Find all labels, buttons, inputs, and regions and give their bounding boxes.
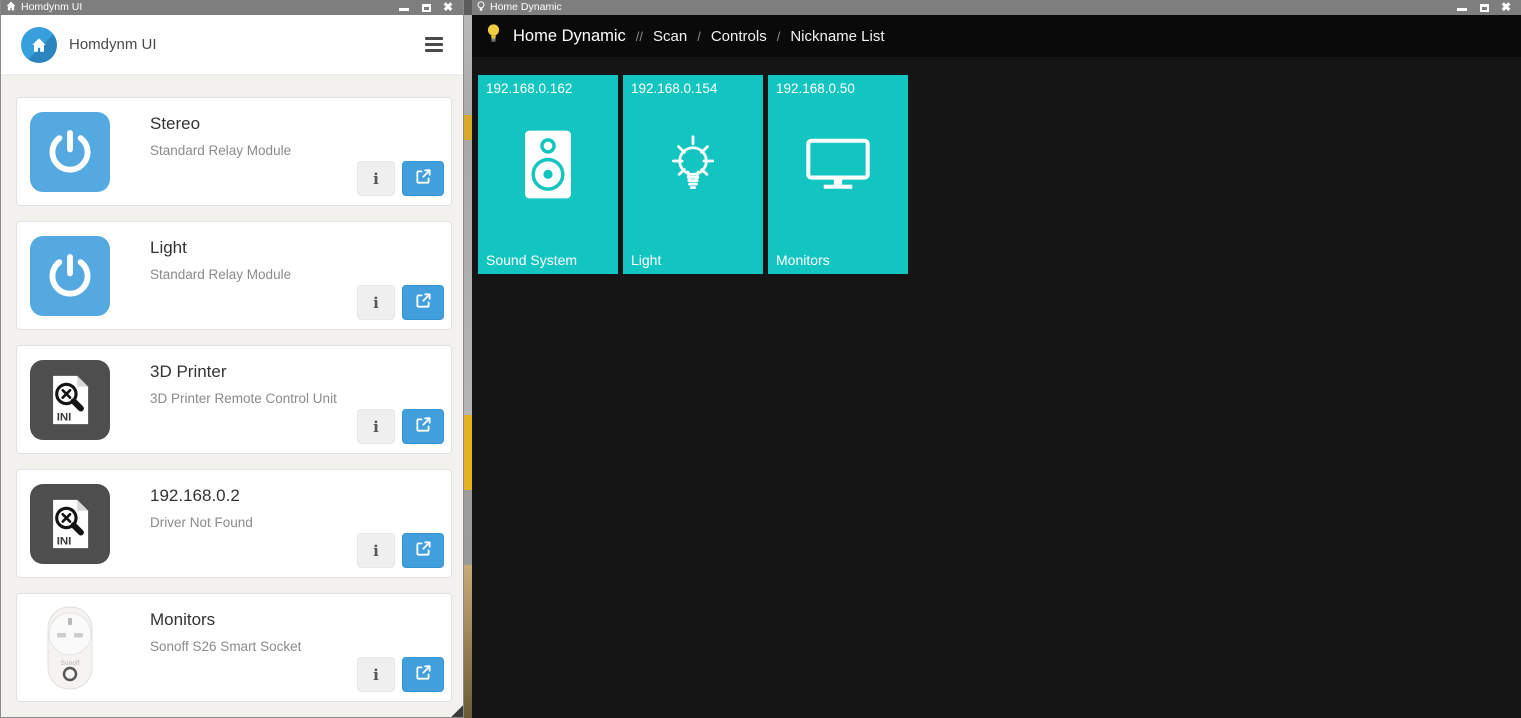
open-button[interactable] xyxy=(402,657,444,692)
open-button[interactable] xyxy=(402,409,444,444)
menu-icon[interactable] xyxy=(423,33,445,56)
app-logo-home-icon xyxy=(21,27,57,63)
right-window-title: Home Dynamic xyxy=(490,0,562,15)
ini-icon: INI xyxy=(30,360,110,440)
svg-text:Sonoff: Sonoff xyxy=(61,660,80,667)
breadcrumb-item-nickname-list[interactable]: Nickname List xyxy=(790,28,884,45)
desktop-strip xyxy=(464,0,472,718)
breadcrumb-separator: // xyxy=(636,29,643,44)
device-name: Monitors xyxy=(150,610,215,630)
tile-grid: 192.168.0.162 Sound System 192.168.0.154… xyxy=(472,57,1521,274)
maximize-icon[interactable] xyxy=(420,2,432,13)
close-icon[interactable]: ✖ xyxy=(442,2,454,13)
info-button[interactable]: i xyxy=(357,285,395,320)
left-titlebar: Homdynm UI ✖ xyxy=(1,0,463,15)
device-card: Sonoff Monitors Sonoff S26 Smart Socket … xyxy=(16,593,452,702)
tile-label: Light xyxy=(631,252,661,268)
socket-icon: Sonoff xyxy=(30,608,110,688)
open-button[interactable] xyxy=(402,161,444,196)
maximize-icon[interactable] xyxy=(1478,2,1490,13)
ini-icon: INI xyxy=(30,484,110,564)
external-link-icon xyxy=(415,664,432,686)
device-card: INI 3D Printer 3D Printer Remote Control… xyxy=(16,345,452,454)
info-button[interactable]: i xyxy=(357,533,395,568)
resize-grip[interactable] xyxy=(450,704,463,717)
monitor-icon xyxy=(800,135,876,198)
bulb-icon xyxy=(477,1,485,15)
external-link-icon xyxy=(415,416,432,438)
breadcrumb-separator: / xyxy=(777,29,781,44)
window-home-dynamic: Home Dynamic ✖ Home Dynamic // Scan / Co… xyxy=(472,0,1521,718)
breadcrumb-item-controls[interactable]: Controls xyxy=(711,28,767,45)
external-link-icon xyxy=(415,168,432,190)
desktop: Homdynm UI ✖ Homdynm UI Stereo Standard … xyxy=(0,0,1521,718)
external-link-icon xyxy=(415,292,432,314)
device-list: Stereo Standard Relay Module i xyxy=(1,75,463,702)
device-name: Stereo xyxy=(150,114,200,134)
breadcrumb-separator: / xyxy=(697,29,701,44)
device-description: Driver Not Found xyxy=(150,515,253,530)
tile-ip: 192.168.0.154 xyxy=(631,81,717,96)
bulb-icon xyxy=(486,23,501,49)
svg-text:INI: INI xyxy=(57,536,72,548)
device-name: 3D Printer xyxy=(150,362,227,382)
app-header: Homdynm UI xyxy=(1,15,463,75)
device-card: Stereo Standard Relay Module i xyxy=(16,97,452,206)
info-button[interactable]: i xyxy=(357,409,395,444)
breadcrumb-item-scan[interactable]: Scan xyxy=(653,28,687,45)
open-button[interactable] xyxy=(402,533,444,568)
device-tile[interactable]: 192.168.0.154 Light xyxy=(623,75,763,274)
device-description: 3D Printer Remote Control Unit xyxy=(150,391,337,406)
breadcrumb-root[interactable]: Home Dynamic xyxy=(513,27,626,46)
device-description: Standard Relay Module xyxy=(150,143,291,158)
bulb-icon xyxy=(656,127,730,206)
tile-label: Monitors xyxy=(776,252,830,268)
power-icon xyxy=(30,236,110,316)
svg-text:INI: INI xyxy=(57,412,72,424)
breadcrumb: Home Dynamic // Scan / Controls / Nickna… xyxy=(472,15,1521,57)
home-icon xyxy=(6,1,16,14)
minimize-icon[interactable] xyxy=(1456,2,1468,13)
app-brand: Homdynm UI xyxy=(69,36,157,53)
device-card: INI 192.168.0.2 Driver Not Found i xyxy=(16,469,452,578)
info-button[interactable]: i xyxy=(357,657,395,692)
tile-ip: 192.168.0.162 xyxy=(486,81,572,96)
device-card: Light Standard Relay Module i xyxy=(16,221,452,330)
speaker-icon xyxy=(521,129,575,204)
open-button[interactable] xyxy=(402,285,444,320)
tile-ip: 192.168.0.50 xyxy=(776,81,855,96)
device-name: 192.168.0.2 xyxy=(150,486,240,506)
device-description: Sonoff S26 Smart Socket xyxy=(150,639,301,654)
close-icon[interactable]: ✖ xyxy=(1500,2,1512,13)
right-titlebar: Home Dynamic ✖ xyxy=(472,0,1521,15)
minimize-icon[interactable] xyxy=(398,2,410,13)
device-name: Light xyxy=(150,238,187,258)
device-tile[interactable]: 192.168.0.162 Sound System xyxy=(478,75,618,274)
info-button[interactable]: i xyxy=(357,161,395,196)
power-icon xyxy=(30,112,110,192)
left-window-title: Homdynm UI xyxy=(21,0,82,15)
device-description: Standard Relay Module xyxy=(150,267,291,282)
window-homdynm-ui: Homdynm UI ✖ Homdynm UI Stereo Standard … xyxy=(0,0,464,718)
device-tile[interactable]: 192.168.0.50 Monitors xyxy=(768,75,908,274)
external-link-icon xyxy=(415,540,432,562)
tile-label: Sound System xyxy=(486,252,577,268)
